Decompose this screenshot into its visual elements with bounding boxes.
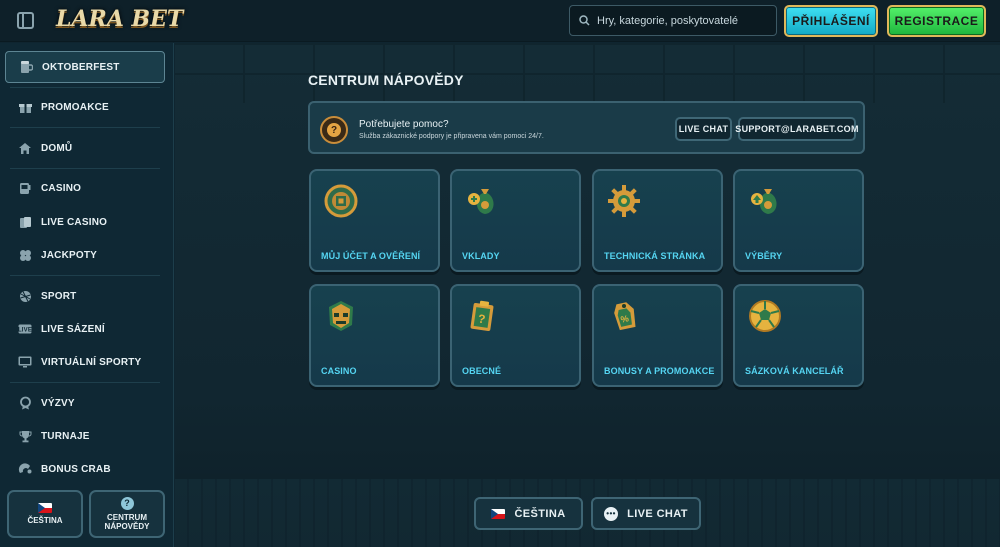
football-icon <box>748 299 782 333</box>
account-coin-icon <box>324 184 358 218</box>
support-email-button[interactable]: SUPPORT@LARABET.COM <box>735 117 858 141</box>
crab-icon <box>18 462 32 476</box>
top-bar: LARA BET PŘIHLÁŠENÍ REGISTRACE <box>0 0 1000 42</box>
sidebar-item-live-sazeni[interactable]: LIVE LIVE SÁZENÍ <box>5 313 165 345</box>
card-label: OBECNÉ <box>462 366 502 376</box>
login-button[interactable]: PŘIHLÁŠENÍ <box>784 5 878 37</box>
language-label: ČEŠTINA <box>514 507 566 520</box>
live-chat-label: LIVE CHAT <box>627 507 688 520</box>
sidebar-item-sport[interactable]: SPORT <box>5 280 165 312</box>
sidebar-item-label: OKTOBERFEST <box>42 61 120 73</box>
card-label: TECHNICKÁ STRÁNKA <box>604 251 706 261</box>
sidebar-item-label: VIRTUÁLNÍ SPORTY <box>41 356 142 368</box>
divider <box>10 275 160 276</box>
sidebar: OKTOBERFEST PROMOAKCE DOMŮ CASINO LIVE C… <box>0 43 174 547</box>
card-label: VKLADY <box>462 251 500 261</box>
card-label: CASINO <box>321 366 357 376</box>
beer-icon <box>19 60 33 74</box>
sidebar-item-label: LIVE CASINO <box>41 216 108 228</box>
divider <box>10 87 160 88</box>
gear-icon <box>607 184 641 218</box>
clipboard-icon: ? <box>465 299 499 333</box>
category-card-sportsbook[interactable]: SÁZKOVÁ KANCELÁŘ <box>733 284 864 387</box>
chat-icon: ••• <box>604 506 619 521</box>
category-card-withdrawals[interactable]: VÝBĚRY <box>733 169 864 272</box>
search-icon <box>579 15 590 26</box>
sidebar-item-label: SPORT <box>41 290 77 302</box>
sidebar-item-jackpoty[interactable]: JACKPOTY <box>5 239 165 271</box>
question-icon: ? <box>320 116 348 144</box>
sidebar-item-vyzvy[interactable]: VÝZVY <box>5 387 165 419</box>
card-label: MŮJ ÚČET A OVĚŘENÍ <box>321 251 421 261</box>
card-label: SÁZKOVÁ KANCELÁŘ <box>745 366 844 376</box>
category-card-account[interactable]: MŮJ ÚČET A OVĚŘENÍ <box>309 169 440 272</box>
sidebar-item-promoakce[interactable]: PROMOAKCE <box>5 91 165 123</box>
sidebar-item-label: PROMOAKCE <box>41 101 109 113</box>
gift-icon <box>18 100 32 114</box>
cards-icon <box>18 215 32 229</box>
sidebar-item-domu[interactable]: DOMŮ <box>5 132 165 164</box>
card-label: BONUSY A PROMOAKCE <box>604 366 715 376</box>
wall-decoration <box>175 43 1000 103</box>
help-banner-title: Potřebujete pomoc? <box>359 119 449 130</box>
main-content: CENTRUM NÁPOVĚDY ? Potřebujete pomoc? Sl… <box>175 43 1000 547</box>
live-chat-button[interactable]: LIVE CHAT <box>675 117 732 141</box>
divider <box>10 127 160 128</box>
czech-flag-icon <box>38 503 52 513</box>
sidebar-item-turnaje[interactable]: TURNAJE <box>5 420 165 452</box>
clover-icon <box>18 248 32 262</box>
card-label: VÝBĚRY <box>745 251 783 261</box>
svg-text:LIVE: LIVE <box>18 328 32 334</box>
language-label: ČEŠTINA <box>27 516 63 525</box>
sidebar-item-label: JACKPOTY <box>41 249 98 261</box>
language-selector-button[interactable]: ČEŠTINA <box>474 497 583 530</box>
sidebar-item-bonus-crab[interactable]: BONUS CRAB <box>5 453 165 485</box>
tag-icon: % <box>607 299 641 333</box>
ball-icon <box>18 289 32 303</box>
home-icon <box>18 141 32 155</box>
sidebar-toggle-icon[interactable] <box>17 12 34 29</box>
help-center-button[interactable]: ? CENTRUM NÁPOVĚDY <box>89 490 165 538</box>
deposit-bag-icon <box>465 184 499 218</box>
medal-icon <box>18 396 32 410</box>
help-center-label: CENTRUM NÁPOVĚDY <box>104 513 150 531</box>
divider <box>10 168 160 169</box>
page-title: CENTRUM NÁPOVĚDY <box>308 72 464 88</box>
sidebar-item-label: DOMŮ <box>41 142 73 154</box>
sidebar-item-live-casino[interactable]: LIVE CASINO <box>5 206 165 238</box>
category-card-casino[interactable]: CASINO <box>309 284 440 387</box>
live-chat-bottom-button[interactable]: ••• LIVE CHAT <box>591 497 701 530</box>
sidebar-item-label: TURNAJE <box>41 430 90 442</box>
withdraw-bag-icon <box>748 184 782 218</box>
sidebar-item-label: BONUS CRAB <box>41 463 111 475</box>
sidebar-item-oktoberfest[interactable]: OKTOBERFEST <box>5 51 165 83</box>
sidebar-item-label: LIVE SÁZENÍ <box>41 323 105 335</box>
register-button[interactable]: REGISTRACE <box>887 5 986 37</box>
divider <box>10 382 160 383</box>
search-box[interactable] <box>569 5 777 36</box>
sidebar-item-virtualni-sporty[interactable]: VIRTUÁLNÍ SPORTY <box>5 346 165 378</box>
help-banner: ? Potřebujete pomoc? Služba zákaznické p… <box>308 101 865 154</box>
question-icon: ? <box>120 497 134 510</box>
search-input[interactable] <box>597 14 767 27</box>
mask-icon <box>324 299 358 333</box>
trophy-icon <box>18 429 32 443</box>
category-card-technical[interactable]: TECHNICKÁ STRÁNKA <box>592 169 723 272</box>
sidebar-item-casino[interactable]: CASINO <box>5 172 165 204</box>
live-icon: LIVE <box>18 322 32 336</box>
help-banner-subtitle: Služba zákaznické podpory je připravena … <box>359 133 544 140</box>
category-card-deposits[interactable]: VKLADY <box>450 169 581 272</box>
czech-flag-icon <box>491 508 506 519</box>
category-card-general[interactable]: ? OBECNÉ <box>450 284 581 387</box>
sidebar-item-label: VÝZVY <box>41 397 75 409</box>
floor-decoration <box>175 479 1000 547</box>
language-button[interactable]: ČEŠTINA <box>7 490 83 538</box>
logo[interactable]: LARA BET <box>56 6 183 36</box>
category-card-bonuses[interactable]: % BONUSY A PROMOAKCE <box>592 284 723 387</box>
monitor-icon <box>18 355 32 369</box>
sidebar-item-label: CASINO <box>41 182 82 194</box>
slot-machine-icon <box>18 181 32 195</box>
